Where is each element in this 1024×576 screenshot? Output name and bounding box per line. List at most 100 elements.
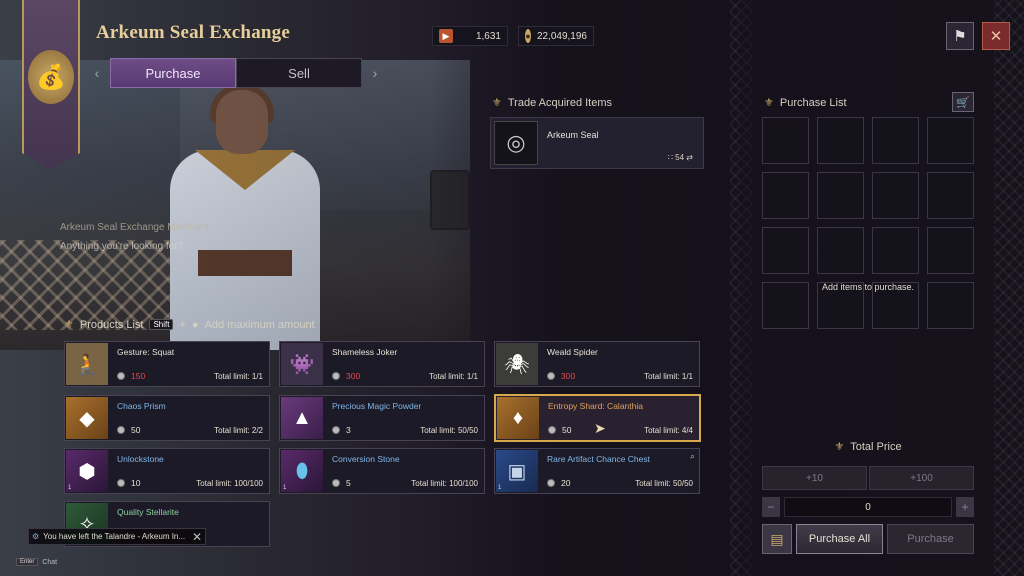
tab-sell[interactable]: Sell [236, 58, 362, 88]
product-price: 50 [117, 425, 140, 435]
trade-bell-icon: ⚑ [953, 28, 967, 45]
notification-close-icon[interactable]: ✕ [192, 530, 202, 544]
arkeum-seal-icon: ◎ [494, 121, 538, 165]
products-heading: Products List [79, 318, 144, 331]
shard-icon: ♦ [497, 397, 539, 439]
purchase-slot[interactable] [872, 227, 919, 274]
product-price: 50 [548, 425, 571, 435]
fleur-icon: ⚜ [764, 97, 774, 109]
purchase-slot[interactable] [927, 117, 974, 164]
exchange-icon: ⇄ [686, 153, 693, 162]
product-price: 150 [117, 371, 145, 381]
decrease-button[interactable]: − [762, 497, 780, 517]
purchase-button[interactable]: Purchase [887, 524, 974, 554]
purchase-slot[interactable] [817, 227, 864, 274]
products-section-header: ⚜ Products List Shift + ● Add maximum am… [64, 318, 315, 332]
zone-notification: ⚙ You have left the Talandre - Arkeum In… [28, 528, 206, 545]
product-card[interactable]: 🧎 Gesture: Squat 150 Total limit: 1/1 [64, 341, 270, 387]
chat-label[interactable]: Chat [42, 559, 57, 566]
product-limit: Total limit: 100/100 [411, 479, 478, 488]
product-name: Gesture: Squat [117, 347, 175, 357]
npc-name: Arkeum Seal Exchange Merchant [60, 222, 209, 233]
seal-currency-icon: ▶ [439, 29, 453, 43]
seal-currency-value: 1,631 [475, 30, 501, 42]
purchase-slot[interactable] [927, 227, 974, 274]
product-name: Chaos Prism [117, 401, 166, 411]
tab-purchase[interactable]: Purchase [110, 58, 236, 88]
tab-prev-icon[interactable]: ‹ [84, 60, 110, 86]
product-limit: Total limit: 2/2 [214, 426, 263, 435]
powder-icon: ▲ [281, 397, 323, 439]
coin-icon [332, 479, 340, 487]
action-row: ▤ Purchase All Purchase [762, 524, 974, 554]
purchase-slot[interactable] [817, 172, 864, 219]
trade-section-header: ⚜ Trade Acquired Items [492, 96, 613, 110]
product-price: 3 [332, 425, 351, 435]
increase-button[interactable]: + [956, 497, 974, 517]
product-limit: Total limit: 50/50 [420, 426, 478, 435]
product-name: Precious Magic Powder [332, 401, 422, 411]
quantity-stepper: − 0 + [762, 497, 974, 517]
product-price: 20 [547, 478, 570, 488]
npc-dialogue: Anything you're looking for? [60, 241, 184, 252]
product-card[interactable]: ⬮ 1 Conversion Stone 5 Total limit: 100/1… [279, 448, 485, 494]
silver-currency-value: 22,049,196 [536, 30, 587, 42]
gesture-icon: 🧎 [66, 343, 108, 385]
purchase-all-button[interactable]: Purchase All [796, 524, 883, 554]
notification-text: You have left the Talandre - Arkeum In..… [43, 532, 186, 541]
product-card[interactable]: 🕷 Weald Spider 300 Total limit: 1/1 [494, 341, 700, 387]
product-limit: Total limit: 4/4 [644, 426, 693, 435]
fleur-icon: ⚜ [492, 97, 502, 109]
preview-magnifier-icon[interactable]: ⌕ [690, 451, 695, 462]
purchase-slot[interactable] [872, 117, 919, 164]
tab-bar: ‹ Purchase Sell › [84, 58, 402, 88]
product-limit: Total limit: 1/1 [214, 372, 263, 381]
products-hint: Add maximum amount [204, 318, 315, 331]
enter-key: Enter [16, 558, 39, 566]
add-100-button[interactable]: +100 [869, 466, 974, 490]
shift-key: Shift [149, 319, 174, 330]
cart-icon: 🛒 [956, 96, 970, 109]
add-10-button[interactable]: +10 [762, 466, 867, 490]
quantity-field[interactable]: 0 [784, 497, 952, 517]
product-card[interactable]: ⬢ 1 Unlockstone 10 Total limit: 100/100 [64, 448, 270, 494]
trade-heading: Trade Acquired Items [507, 96, 613, 109]
unlockstone-icon: ⬢ 1 [66, 450, 108, 492]
trade-item-card[interactable]: ◎ Arkeum Seal ∷ 54 ⇄ [490, 117, 704, 169]
product-grid: 🧎 Gesture: Squat 150 Total limit: 1/1 👾 … [64, 341, 704, 551]
currency-bar: ▶ 1,631 ● 22,049,196 [432, 26, 594, 46]
cart-button[interactable]: 🛒 [952, 92, 974, 112]
product-limit: Total limit: 1/1 [429, 372, 478, 381]
purchase-slot[interactable] [762, 172, 809, 219]
purchase-slot[interactable] [762, 227, 809, 274]
product-price: 300 [332, 371, 360, 381]
product-card[interactable]: ◆ Chaos Prism 50 Total limit: 2/2 [64, 395, 270, 441]
trade-item-name: Arkeum Seal [547, 130, 599, 140]
purchase-slot[interactable] [817, 117, 864, 164]
tab-next-icon[interactable]: › [362, 60, 388, 86]
chest-icon: ▣ 1 [496, 450, 538, 492]
product-name: Shameless Joker [332, 347, 398, 357]
product-name: Unlockstone [117, 454, 164, 464]
close-button[interactable]: ✕ [982, 22, 1010, 50]
purchase-list-heading: Purchase List [779, 96, 847, 109]
purchase-slot[interactable] [762, 117, 809, 164]
merchant-settings-button[interactable]: ⚑ [946, 22, 974, 50]
trade-count-value: 54 [675, 153, 685, 162]
window-title: Arkeum Seal Exchange [96, 22, 290, 43]
chat-hint: Enter Chat [16, 558, 57, 566]
hint-plus: + [179, 318, 186, 331]
coin-icon [332, 372, 340, 380]
purchase-slot[interactable] [927, 172, 974, 219]
prism-icon: ◆ [66, 397, 108, 439]
purchase-slot[interactable] [872, 172, 919, 219]
bundle-button[interactable]: ▤ [762, 524, 792, 554]
product-card[interactable]: ▣ 1 Rare Artifact Chance Chest 20 Total l… [494, 448, 700, 494]
mouse-cursor-icon: ➤ [594, 420, 606, 436]
product-card[interactable]: 👾 Shameless Joker 300 Total limit: 1/1 [279, 341, 485, 387]
fleur-icon: ⚜ [834, 441, 845, 453]
coin-icon [547, 372, 555, 380]
product-name: Entropy Shard: Calanthia [548, 401, 643, 411]
coin-icon [117, 426, 125, 434]
product-card[interactable]: ▲ Precious Magic Powder 3 Total limit: 5… [279, 395, 485, 441]
